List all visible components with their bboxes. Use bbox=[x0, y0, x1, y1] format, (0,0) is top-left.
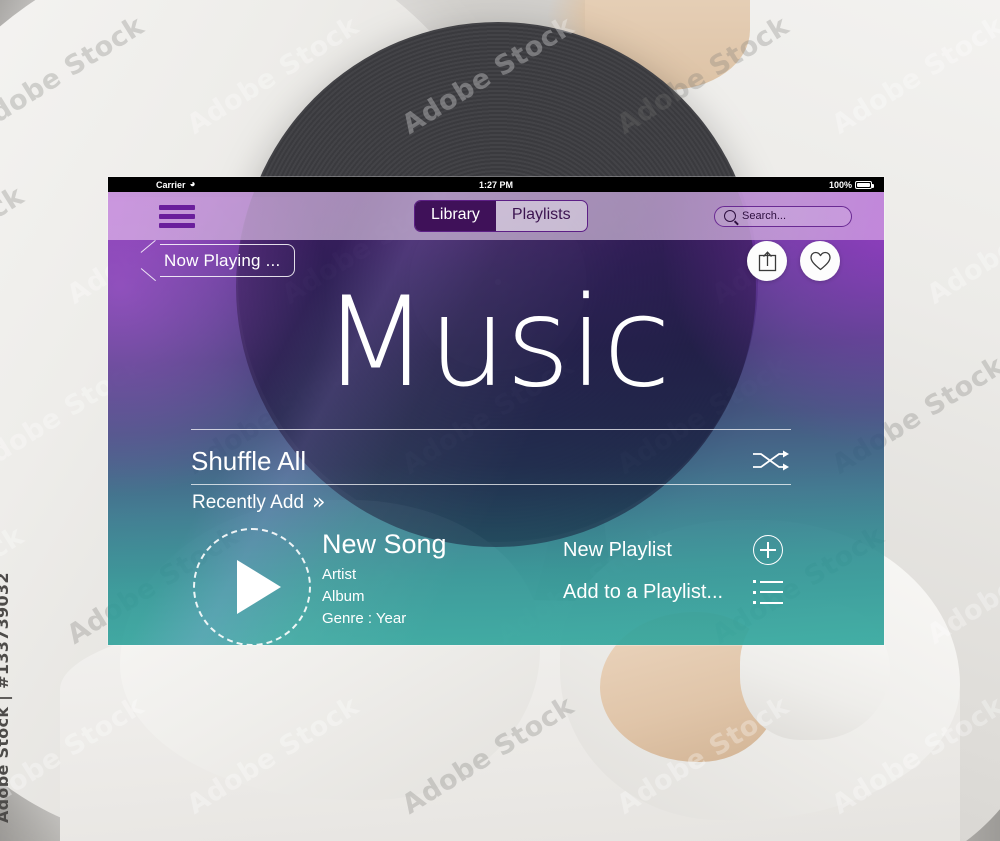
battery-icon bbox=[855, 180, 874, 189]
divider-above-shuffle bbox=[191, 429, 791, 430]
song-genre-year: Genre : Year bbox=[322, 609, 407, 627]
new-playlist-row[interactable]: New Playlist bbox=[563, 529, 783, 571]
tab-library[interactable]: Library bbox=[415, 201, 496, 231]
shuffle-all-label: Shuffle All bbox=[191, 445, 307, 476]
heart-icon bbox=[809, 251, 831, 271]
favorite-button[interactable] bbox=[800, 241, 840, 281]
recently-added-link[interactable]: Recently Add » bbox=[192, 492, 325, 514]
battery-percent-label: 100% bbox=[828, 179, 852, 190]
screenshot-stage: Adobe Stock Adobe Stock Adobe Stock Adobe S… bbox=[0, 0, 1000, 841]
shuffle-icon bbox=[753, 450, 789, 471]
now-playing-pill: Now Playing ... bbox=[160, 244, 296, 277]
stock-credit-watermark: Adobe Stock | #133739032 bbox=[0, 572, 12, 823]
hamburger-bar bbox=[159, 204, 195, 210]
divider-below-shuffle bbox=[191, 484, 791, 485]
list-icon-row bbox=[753, 580, 783, 583]
status-bar-time: 1:27 PM bbox=[478, 179, 513, 190]
app-panel: Carrier ◕ 1:27 PM 100% Library Playlists bbox=[107, 176, 885, 646]
app-navbar: Library Playlists Search... bbox=[108, 192, 884, 240]
tab-playlists[interactable]: Playlists bbox=[496, 201, 587, 230]
status-bar: Carrier ◕ 1:27 PM 100% bbox=[108, 177, 884, 192]
recently-added-label: Recently Add bbox=[192, 492, 304, 513]
hamburger-bar bbox=[159, 213, 195, 219]
add-to-playlist-label: Add to a Playlist... bbox=[563, 580, 724, 603]
song-album: Album bbox=[322, 587, 365, 605]
list-icon-row bbox=[753, 601, 783, 604]
page-title: Music bbox=[322, 271, 671, 415]
now-playing-back-button[interactable]: Now Playing ... bbox=[139, 244, 296, 277]
header-actions bbox=[747, 241, 840, 281]
share-icon bbox=[758, 250, 776, 271]
now-playing-label: Now Playing ... bbox=[164, 250, 281, 270]
chevron-left-icon bbox=[139, 244, 161, 277]
play-icon bbox=[237, 560, 281, 614]
list-icon-row bbox=[753, 590, 783, 594]
play-button[interactable] bbox=[193, 528, 311, 645]
playlist-actions: New Playlist Add to a Playlist... bbox=[563, 529, 783, 613]
add-to-playlist-row[interactable]: Add to a Playlist... bbox=[563, 571, 783, 613]
search-placeholder: Search... bbox=[742, 210, 787, 222]
library-playlists-segmented-control[interactable]: Library Playlists bbox=[414, 200, 588, 232]
double-chevron-right-icon: » bbox=[311, 490, 326, 515]
list-icon bbox=[753, 580, 783, 604]
share-button[interactable] bbox=[747, 241, 787, 281]
search-input[interactable]: Search... bbox=[714, 205, 852, 227]
hamburger-menu-icon[interactable] bbox=[159, 204, 195, 228]
hamburger-bar bbox=[159, 222, 195, 228]
status-bar-right: 100% bbox=[828, 179, 874, 190]
app-content: Now Playing ... Music Shuffle All Recent… bbox=[108, 177, 884, 645]
shuffle-all-row[interactable]: Shuffle All bbox=[191, 439, 791, 483]
plus-circle-icon bbox=[753, 535, 783, 565]
song-title: New Song bbox=[322, 529, 447, 559]
song-artist: Artist bbox=[322, 566, 357, 584]
new-playlist-label: New Playlist bbox=[563, 538, 672, 561]
search-icon bbox=[724, 210, 736, 222]
song-info: New Song Artist Album Genre : Year bbox=[322, 529, 447, 629]
